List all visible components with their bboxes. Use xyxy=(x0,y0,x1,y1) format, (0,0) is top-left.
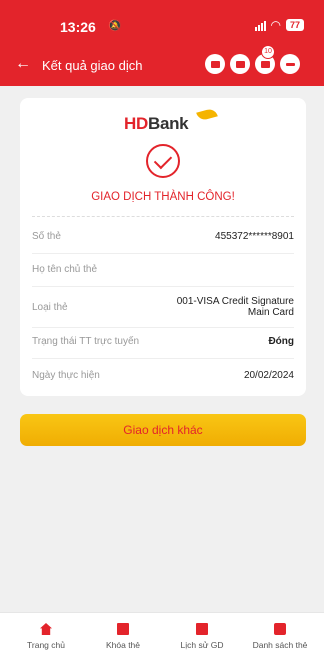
other-transaction-button[interactable]: Giao dịch khác xyxy=(20,414,306,446)
battery-indicator: 77 xyxy=(285,19,304,31)
value-card-number: 455372******8901 xyxy=(215,231,294,242)
transaction-result-card: HDBank GIAO DỊCH THÀNH CÔNG! Số thẻ 4553… xyxy=(20,98,306,396)
menu-icon[interactable] xyxy=(280,54,300,74)
header-bar: 13:26 🔕 ◠ 77 ← Kết quả giao dịch 10 xyxy=(0,0,324,86)
status-time: 13:26 xyxy=(60,19,96,35)
bell-slash-icon: 🔕 xyxy=(108,20,122,32)
nav-item-home[interactable]: Trang chủ xyxy=(6,613,86,653)
nav-item-card-lock[interactable]: Khóa thẻ xyxy=(83,613,163,653)
page-title: Kết quả giao dịch xyxy=(42,58,143,73)
label-cardholder: Họ tên chủ thẻ xyxy=(32,264,98,275)
label-date: Ngày thực hiện xyxy=(32,370,100,381)
card-scan-icon[interactable] xyxy=(205,54,225,74)
value-card-type: 001-VISA Credit Signature Main Card xyxy=(177,296,294,318)
card-grid-icon[interactable] xyxy=(230,54,250,74)
status-indicators: ◠ 77 xyxy=(254,18,304,32)
nav-label-card-list: Danh sách thẻ xyxy=(252,640,308,650)
label-online-status: Trạng thái TT trực tuyến xyxy=(32,336,140,347)
divider xyxy=(32,327,294,328)
signal-icon xyxy=(254,20,266,31)
card-list-icon xyxy=(274,623,286,635)
nav-label-home: Trang chủ xyxy=(27,640,65,650)
value-date: 20/02/2024 xyxy=(243,370,294,381)
row-cardholder: Họ tên chủ thẻ xyxy=(32,264,294,275)
notification-icon[interactable]: 10 xyxy=(255,45,275,74)
label-card-number: Số thẻ xyxy=(32,231,61,242)
label-card-type: Loại thẻ xyxy=(32,302,68,313)
card-type-line2: Main Card xyxy=(247,307,294,318)
bottom-navigation: Trang chủ Khóa thẻ Lịch sử GD Danh sách … xyxy=(0,612,324,653)
row-online-status: Trạng thái TT trực tuyến Đóng xyxy=(32,336,294,347)
nav-label-card-lock: Khóa thẻ xyxy=(105,640,141,650)
header-actions: 10 xyxy=(205,45,300,74)
nav-label-history: Lịch sử GD xyxy=(180,640,224,650)
status-message: GIAO DỊCH THÀNH CÔNG! xyxy=(91,191,235,203)
nav-item-history[interactable]: Lịch sử GD xyxy=(162,613,242,653)
value-online-status: Đóng xyxy=(268,336,294,347)
hdbank-logo: HDBank xyxy=(124,114,189,133)
checkmark-icon xyxy=(146,144,180,178)
card-type-line1: 001-VISA Credit Signature xyxy=(176,296,294,307)
history-icon xyxy=(196,623,208,635)
card-lock-icon xyxy=(117,623,129,635)
divider xyxy=(32,358,294,359)
notification-badge: 10 xyxy=(261,45,275,59)
logo-swoosh xyxy=(196,107,218,122)
row-card-number: Số thẻ 455372******8901 xyxy=(32,231,294,242)
divider xyxy=(32,216,294,217)
row-date: Ngày thực hiện 20/02/2024 xyxy=(32,370,294,381)
nav-item-card-list[interactable]: Danh sách thẻ xyxy=(240,613,320,653)
arrow-left-icon[interactable]: ← xyxy=(15,56,31,72)
divider xyxy=(32,253,294,254)
divider xyxy=(32,286,294,287)
row-card-type: Loại thẻ 001-VISA Credit Signature Main … xyxy=(32,296,294,318)
wifi-icon: ◠ xyxy=(270,18,281,32)
home-icon xyxy=(40,623,52,635)
